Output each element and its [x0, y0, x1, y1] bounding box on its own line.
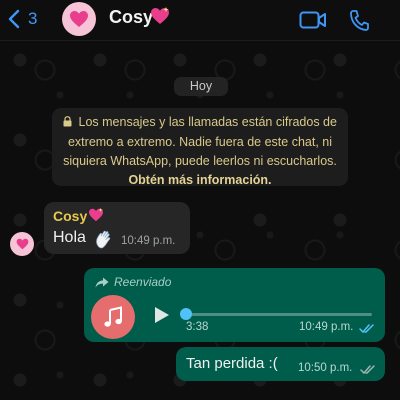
date-chip: Hoy: [174, 77, 228, 96]
sender-name[interactable]: Cosy: [53, 208, 87, 224]
read-ticks-icon: [359, 321, 375, 339]
message-time: 10:49 p.m.: [299, 321, 354, 333]
sender-avatar[interactable]: [10, 232, 34, 256]
message-text: Hola: [53, 229, 86, 246]
phone-icon: [350, 10, 369, 31]
music-icon: [91, 295, 135, 339]
play-icon: [155, 307, 169, 323]
waving-hand-icon: [94, 229, 114, 254]
unread-count: 3: [28, 9, 38, 28]
voice-call-button[interactable]: [349, 9, 369, 36]
message-text: Tan perdida :(: [186, 355, 278, 372]
audio-progress-track[interactable]: [186, 313, 372, 316]
lock-icon: [63, 114, 72, 133]
video-camera-icon: [299, 11, 326, 29]
outgoing-message[interactable]: Tan perdida :( 10:50 p.m.: [176, 347, 385, 381]
message-time: 10:49 p.m.: [121, 235, 176, 247]
sparkling-heart-icon: [70, 11, 88, 27]
encryption-notice-text: Los mensajes y las llamadas están cifrad…: [63, 115, 337, 168]
incoming-message[interactable]: Cosy Hola 10:49 p.m.: [44, 202, 190, 254]
sparkling-heart-icon: [150, 7, 170, 30]
back-button[interactable]: 3: [8, 9, 37, 29]
sparkling-heart-icon: [88, 208, 104, 227]
forward-arrow-icon: [95, 277, 109, 287]
audio-scrubber[interactable]: [180, 308, 192, 320]
audio-duration: 3:38: [186, 321, 209, 333]
sparkling-heart-icon: [16, 238, 28, 250]
outgoing-voice-message[interactable]: Reenviado 3:38 10:49 p.m.: [84, 268, 385, 342]
message-time: 10:50 p.m.: [298, 362, 353, 374]
delivered-ticks-icon: [360, 362, 376, 380]
forwarded-label: Reenviado: [95, 275, 171, 289]
encryption-notice[interactable]: Los mensajes y las llamadas están cifrad…: [52, 108, 348, 187]
video-call-button[interactable]: [299, 11, 327, 34]
contact-avatar[interactable]: [62, 2, 96, 36]
contact-name[interactable]: Cosy: [109, 7, 153, 28]
chat-header: 3 Cosy: [0, 0, 400, 41]
learn-more-link[interactable]: Obtén más información.: [128, 173, 271, 187]
play-button[interactable]: [154, 306, 170, 329]
chevron-left-icon: [8, 9, 20, 29]
forwarded-text: Reenviado: [114, 275, 172, 289]
